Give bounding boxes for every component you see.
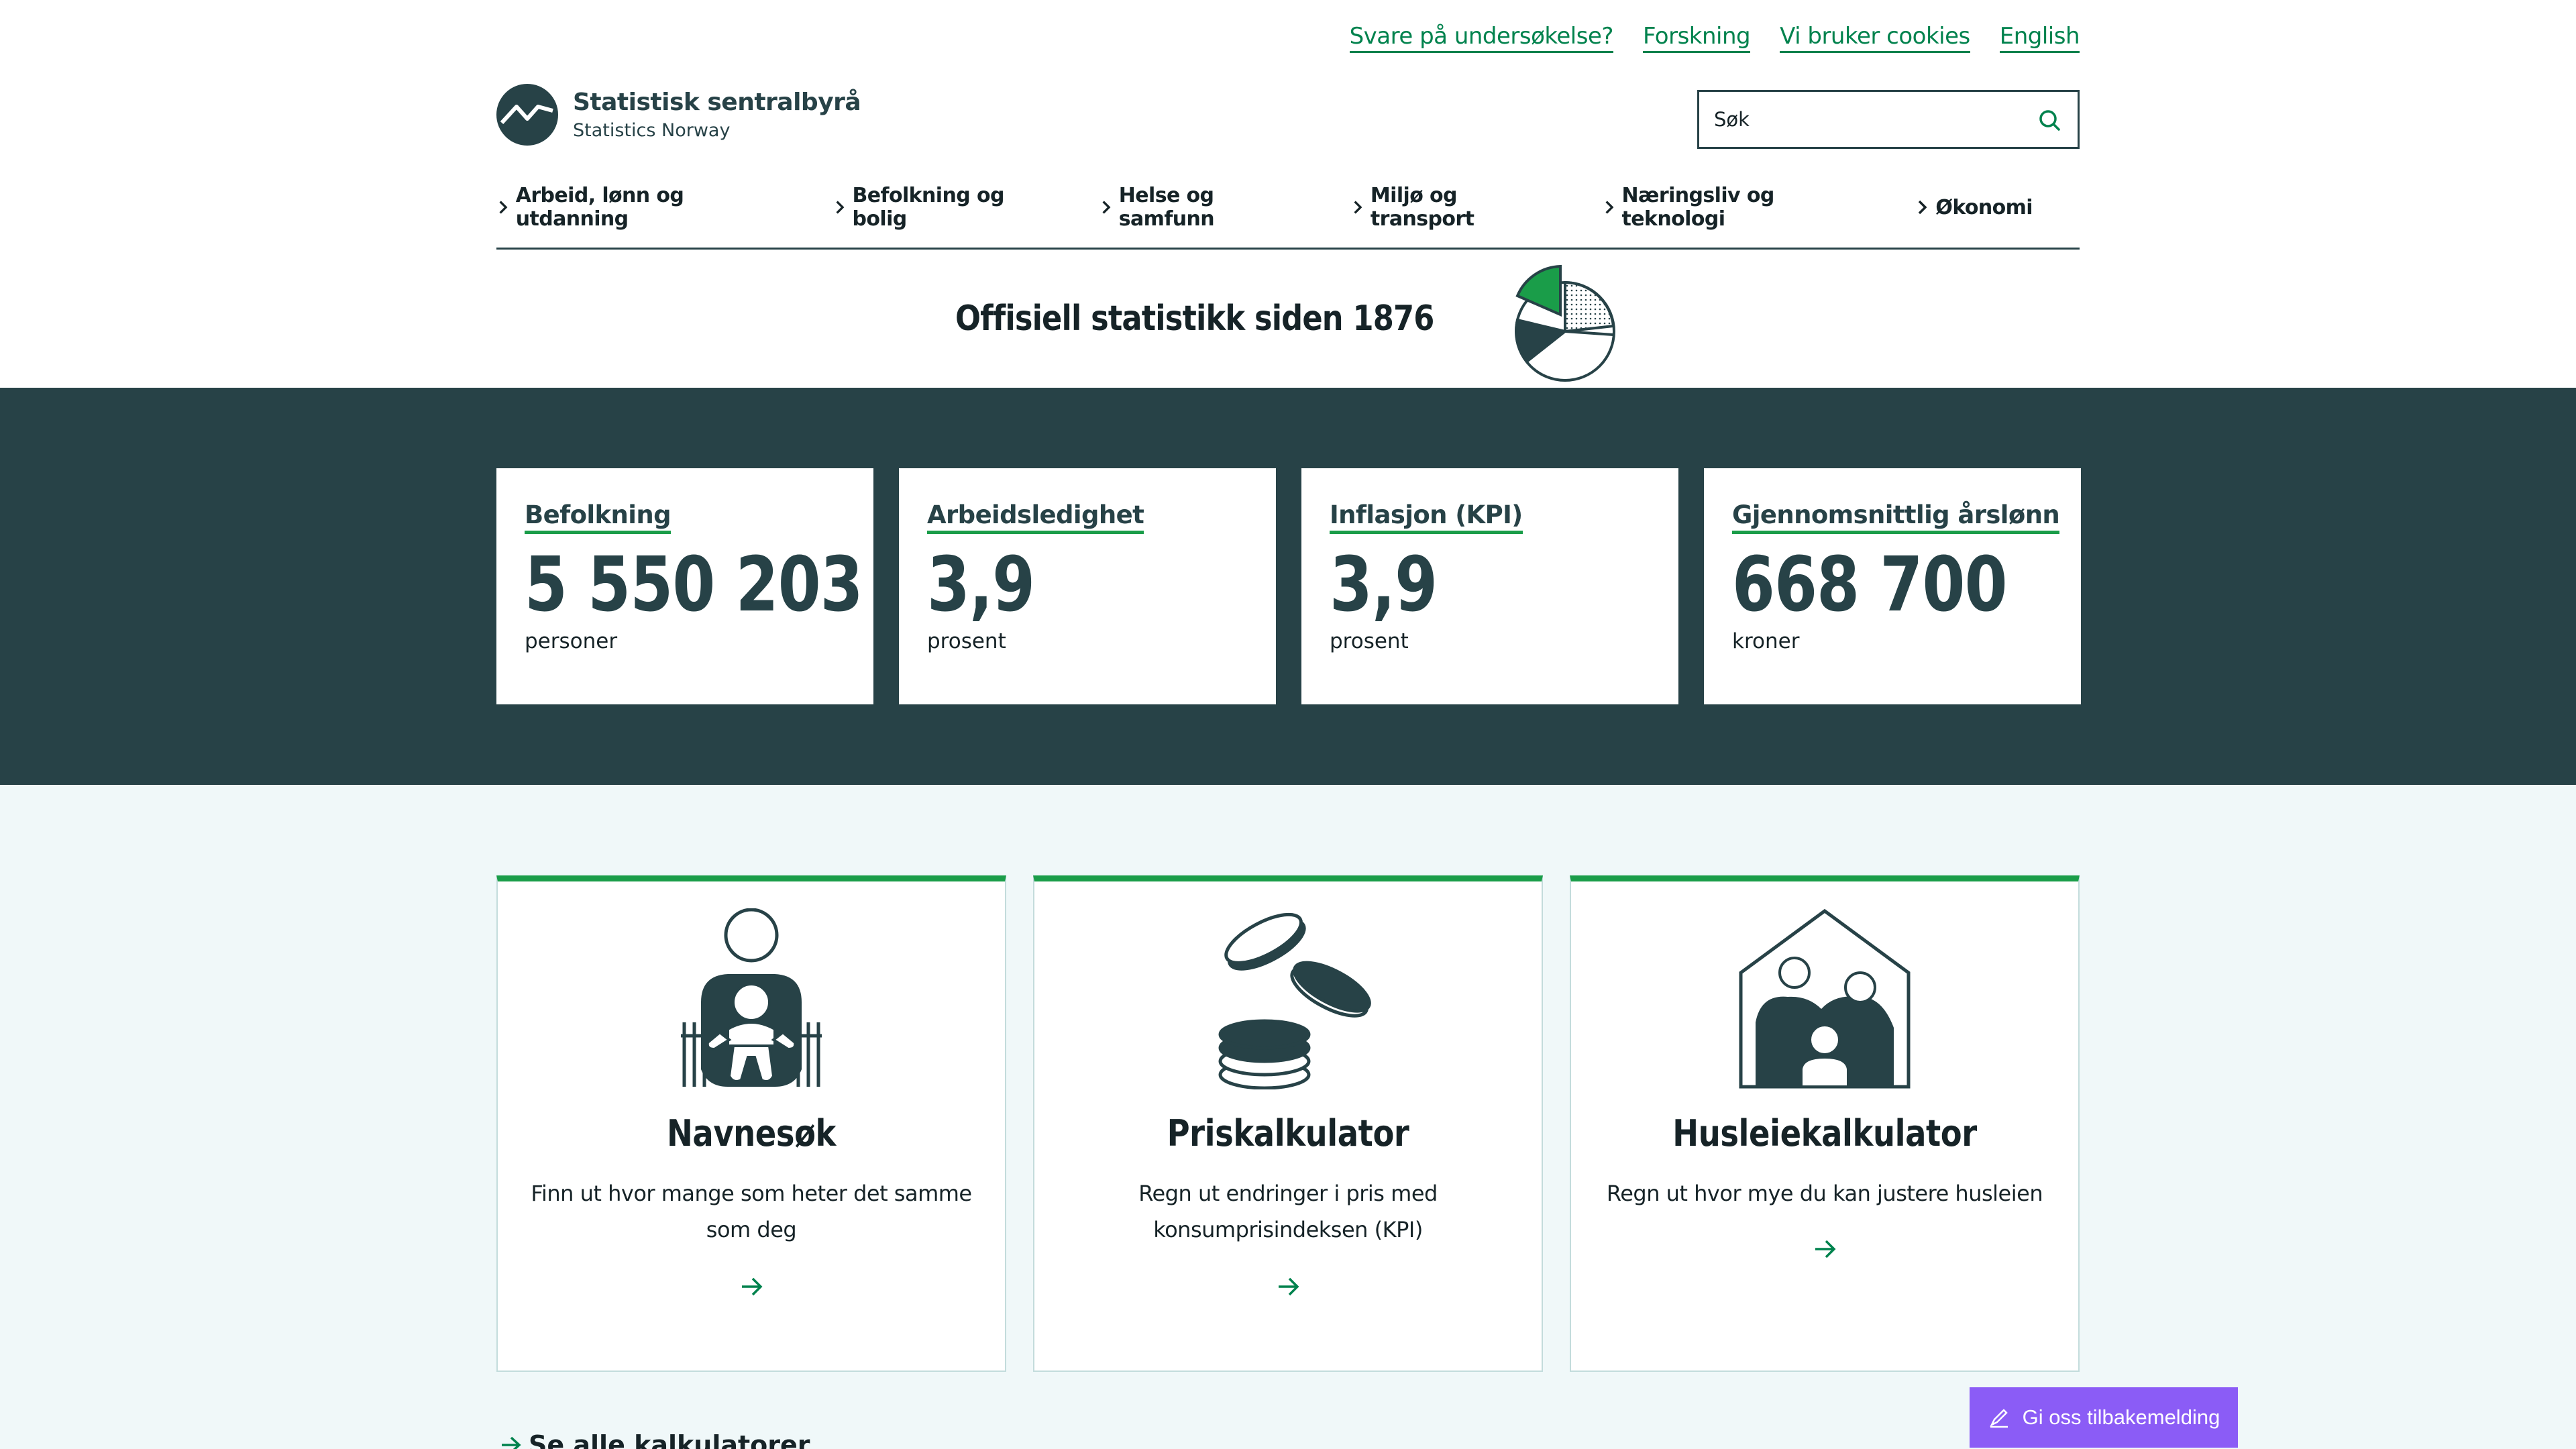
logo-title: Statistisk sentralbyrå <box>573 89 861 116</box>
chevron-right-icon <box>1919 200 1927 215</box>
calculator-title: Husleiekalkulator <box>1672 1112 1977 1155</box>
see-all-label: Se alle kalkulatorer <box>529 1430 810 1449</box>
key-figure-unit: personer <box>525 629 618 653</box>
logo-subtitle: Statistics Norway <box>573 120 731 141</box>
ssb-logo-icon <box>496 84 558 146</box>
key-figure-label[interactable]: Befolkning <box>525 500 672 534</box>
ssb-logo[interactable]: Statistisk sentralbyrå Statistics Norway <box>496 84 861 146</box>
calculator-card-husleie[interactable]: Husleiekalkulator Regn ut hvor mye du ka… <box>1570 875 2080 1372</box>
nav-item-label: Næringsliv og teknologi <box>1621 184 1775 231</box>
key-figure-value: 5 550 203 <box>525 541 863 629</box>
page: Svare på undersøkelse? Forskning Vi bruk… <box>0 0 2576 1449</box>
key-figure-unit: kroner <box>1732 629 1800 653</box>
calculators-section: Navnesøk Finn ut hvor mange som heter de… <box>0 785 2576 1449</box>
nav-item-miljo[interactable]: Miljø og transport <box>1351 184 1556 231</box>
key-figure-label[interactable]: Arbeidsledighet <box>927 500 1144 534</box>
feedback-button[interactable]: Gi oss tilbakemelding <box>1970 1387 2238 1448</box>
calculator-card-navnesok[interactable]: Navnesøk Finn ut hvor mange som heter de… <box>496 875 1006 1372</box>
pencil-icon <box>1989 1409 2008 1428</box>
calculator-description: Regn ut endringer i pris med konsumprisi… <box>1061 1175 1515 1248</box>
see-all-calculators-link[interactable]: Se alle kalkulatorer <box>499 1430 810 1449</box>
key-figures-band: Befolkning 5 550 203 personer Arbeidsled… <box>0 388 2576 785</box>
key-figure-value: 3,9 <box>1330 541 1438 629</box>
pie-chart-illustration <box>1515 264 1615 382</box>
key-figure-unit: prosent <box>1330 629 1409 653</box>
nav-item-label: Helse og samfunn <box>1118 184 1215 231</box>
hero-title: Offisiell statistikk siden 1876 <box>955 299 1434 339</box>
survey-link[interactable]: Svare på undersøkelse? <box>1349 23 1613 53</box>
key-figure-card[interactable]: Inflasjon (KPI) 3,9 prosent <box>1301 468 1678 704</box>
top-links: Svare på undersøkelse? Forskning Vi bruk… <box>1349 23 2080 53</box>
search-input[interactable] <box>1714 108 2023 131</box>
key-figure-value: 668 700 <box>1732 541 2007 629</box>
key-figure-card[interactable]: Gjennomsnittlig årslønn 668 700 kroner <box>1704 468 2081 704</box>
arrow-right-icon[interactable] <box>738 1273 765 1300</box>
chevron-right-icon <box>499 201 508 214</box>
nav-item-label: Befolkning og bolig <box>852 184 1005 231</box>
calculator-card-priskalkulator[interactable]: Priskalkulator Regn ut endringer i pris … <box>1033 875 1543 1372</box>
calculator-description-line: konsumprisindeksen (KPI) <box>1153 1217 1423 1242</box>
nav-item-arbeid[interactable]: Arbeid, lønn og utdanning <box>496 184 786 231</box>
key-figure-label[interactable]: Inflasjon (KPI) <box>1330 500 1523 534</box>
calculator-description-line: Regn ut endringer i pris med <box>1138 1181 1438 1206</box>
search-icon[interactable] <box>2036 107 2063 133</box>
nav-item-label: Økonomi <box>1935 195 2033 219</box>
nav-item-naeringsliv[interactable]: Næringsliv og teknologi <box>1603 184 1869 231</box>
chevron-right-icon <box>1605 201 1614 214</box>
nav-item-befolkning[interactable]: Befolkning og bolig <box>833 184 1053 231</box>
calculator-description: Finn ut hvor mange som heter det samme s… <box>525 1175 978 1248</box>
search-box <box>1697 90 2080 149</box>
calculator-description: Regn ut hvor mye du kan justere husleien <box>1598 1175 2051 1212</box>
feedback-label: Gi oss tilbakemelding <box>2022 1405 2220 1429</box>
calculator-description-line: Finn ut hvor mange som heter det samme <box>531 1181 972 1206</box>
chevron-right-icon <box>1354 201 1362 214</box>
cookies-link[interactable]: Vi bruker cookies <box>1780 23 1970 53</box>
key-figure-unit: prosent <box>927 629 1006 653</box>
calculator-description-line: som deg <box>706 1217 797 1242</box>
nav-item-label: Miljø og transport <box>1370 184 1474 231</box>
chevron-right-icon <box>836 201 845 214</box>
nav-item-label: Arbeid, lønn og utdanning <box>515 184 684 231</box>
key-figure-card[interactable]: Arbeidsledighet 3,9 prosent <box>899 468 1276 704</box>
english-link[interactable]: English <box>1999 23 2080 53</box>
main-nav: Arbeid, lønn og utdanning Befolkning og … <box>496 184 2080 250</box>
coins-illustration <box>1218 912 1371 1089</box>
baby-parent-illustration <box>681 908 822 1087</box>
research-link[interactable]: Forskning <box>1642 23 1751 53</box>
arrow-right-icon[interactable] <box>1811 1236 1838 1263</box>
house-family-illustration <box>1739 908 1911 1089</box>
calculator-title: Priskalkulator <box>1167 1112 1409 1155</box>
calculator-title: Navnesøk <box>666 1112 837 1155</box>
nav-item-okonomi[interactable]: Økonomi <box>1915 189 2033 225</box>
key-figure-card[interactable]: Befolkning 5 550 203 personer <box>496 468 873 704</box>
hero: Offisiell statistikk siden 1876 <box>0 252 2576 388</box>
nav-item-helse[interactable]: Helse og samfunn <box>1099 184 1304 231</box>
chevron-right-icon <box>1102 201 1111 214</box>
calculator-description-line: Regn ut hvor mye du kan justere husleien <box>1606 1181 2043 1206</box>
arrow-right-icon[interactable] <box>1275 1273 1301 1300</box>
arrow-right-icon <box>502 1436 521 1449</box>
key-figure-value: 3,9 <box>927 541 1035 629</box>
key-figure-label[interactable]: Gjennomsnittlig årslønn <box>1732 500 2060 534</box>
